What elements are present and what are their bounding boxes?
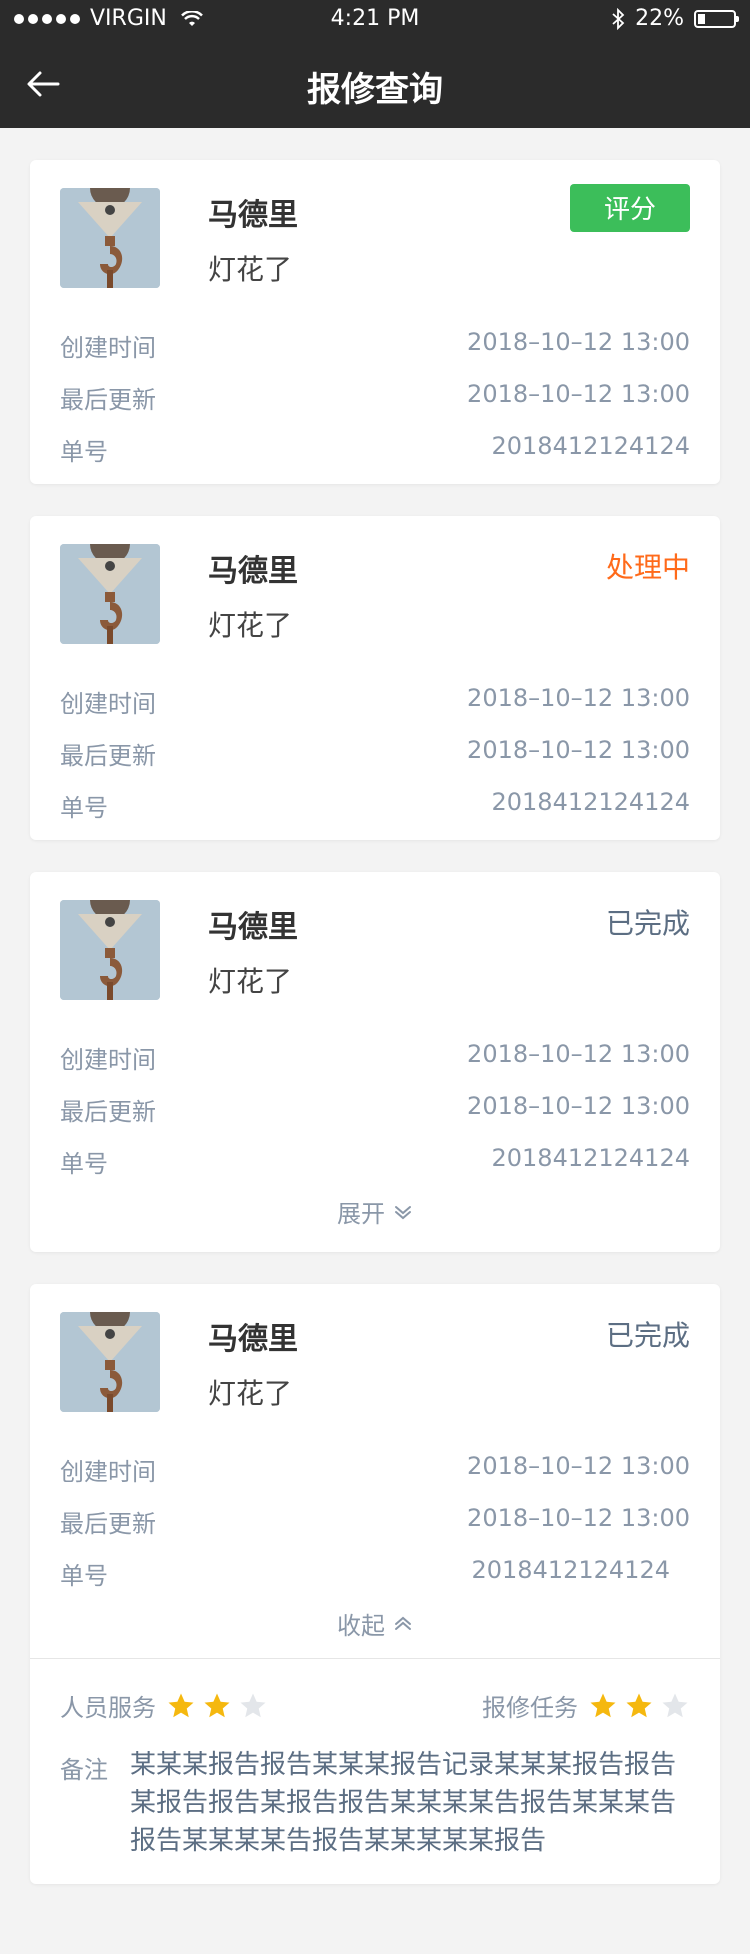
created-label: 创建时间 — [60, 690, 156, 718]
bluetooth-icon — [612, 7, 625, 30]
staff-rating: 人员服务 — [60, 1688, 268, 1723]
reporter-name: 马德里 — [208, 554, 298, 589]
collapse-label: 收起 — [337, 1612, 385, 1640]
created-label: 创建时间 — [60, 334, 156, 362]
battery-percent: 22% — [635, 6, 684, 31]
updated-label: 最后更新 — [60, 1510, 156, 1538]
star-empty-icon[interactable] — [238, 1691, 268, 1721]
avatar — [60, 900, 160, 1000]
updated-value: 2018–10–12 13:00 — [467, 1092, 690, 1120]
issue-description: 灯花了 — [208, 253, 293, 286]
staff-rating-stars[interactable] — [166, 1691, 268, 1721]
updated-label: 最后更新 — [60, 386, 156, 414]
created-label: 创建时间 — [60, 1458, 156, 1486]
expand-toggle[interactable]: 展开 — [30, 1194, 720, 1229]
created-value: 2018–10–12 13:00 — [467, 1040, 690, 1068]
avatar — [60, 1312, 160, 1412]
status-badge: 处理中 — [605, 551, 690, 584]
order-value: 2018412124124 — [491, 1144, 690, 1172]
updated-label: 最后更新 — [60, 1098, 156, 1126]
star-filled-icon[interactable] — [588, 1691, 618, 1721]
battery-icon — [694, 9, 739, 28]
created-value: 2018–10–12 13:00 — [467, 684, 690, 712]
expand-label: 展开 — [337, 1200, 385, 1228]
remark-text: 某某某报告报告某某某报告记录某某某报告报告某报告报告某报告报告某某某某告报告某某… — [130, 1750, 677, 1856]
status-right: 22% — [611, 6, 739, 31]
order-value: 2018412124124 — [491, 432, 690, 460]
crane-hook-icon — [60, 188, 160, 288]
chevron-up-icon — [395, 1616, 411, 1630]
order-value: 2018412124124 — [491, 788, 690, 816]
star-empty-icon[interactable] — [660, 1691, 690, 1721]
issue-description: 灯花了 — [208, 1377, 293, 1410]
crane-hook-icon — [60, 900, 160, 1000]
chevron-down-icon — [395, 1205, 411, 1219]
created-label: 创建时间 — [60, 1046, 156, 1074]
battery-fill — [698, 13, 705, 24]
collapse-toggle[interactable]: 收起 — [30, 1606, 720, 1641]
remark-label: 备注 — [60, 1756, 108, 1784]
repair-card[interactable]: 马德里 灯花了 评分 创建时间 2018–10–12 13:00 最后更新 20… — [30, 160, 720, 484]
updated-value: 2018–10–12 13:00 — [467, 380, 690, 408]
issue-description: 灯花了 — [208, 965, 293, 998]
nav-bar: 报修查询 — [0, 40, 750, 128]
task-rating-label: 报修任务 — [482, 1694, 578, 1722]
order-label: 单号 — [60, 794, 108, 822]
reporter-name: 马德里 — [208, 910, 298, 945]
avatar — [60, 188, 160, 288]
order-value: 2018412124124 — [471, 1556, 670, 1584]
star-filled-icon[interactable] — [166, 1691, 196, 1721]
repair-card[interactable]: 马德里 灯花了 已完成 创建时间 2018–10–12 13:00 最后更新 2… — [30, 872, 720, 1252]
avatar — [60, 544, 160, 644]
updated-value: 2018–10–12 13:00 — [467, 1504, 690, 1532]
status-badge: 已完成 — [605, 1319, 690, 1352]
divider — [30, 1658, 720, 1659]
star-filled-icon[interactable] — [624, 1691, 654, 1721]
rate-button[interactable]: 评分 — [570, 184, 690, 232]
page-title: 报修查询 — [307, 70, 443, 110]
rating-row: 人员服务 报修任务 — [60, 1688, 690, 1722]
created-value: 2018–10–12 13:00 — [467, 328, 690, 356]
created-value: 2018–10–12 13:00 — [467, 1452, 690, 1480]
issue-description: 灯花了 — [208, 609, 293, 642]
crane-hook-icon — [60, 1312, 160, 1412]
repair-card[interactable]: 马德里 灯花了 已完成 创建时间 2018–10–12 13:00 最后更新 2… — [30, 1284, 720, 1884]
status-bar: VIRGIN 4:21 PM 22% — [0, 0, 750, 40]
task-rating: 报修任务 — [482, 1688, 690, 1723]
reporter-name: 马德里 — [208, 1322, 298, 1357]
updated-value: 2018–10–12 13:00 — [467, 736, 690, 764]
crane-hook-icon — [60, 544, 160, 644]
order-label: 单号 — [60, 438, 108, 466]
repair-card[interactable]: 马德里 灯花了 处理中 创建时间 2018–10–12 13:00 最后更新 2… — [30, 516, 720, 840]
staff-rating-label: 人员服务 — [60, 1694, 156, 1722]
order-label: 单号 — [60, 1150, 108, 1178]
task-rating-stars[interactable] — [588, 1691, 690, 1721]
updated-label: 最后更新 — [60, 742, 156, 770]
reporter-name: 马德里 — [208, 198, 298, 233]
order-label: 单号 — [60, 1562, 108, 1590]
status-badge: 已完成 — [605, 907, 690, 940]
star-filled-icon[interactable] — [202, 1691, 232, 1721]
